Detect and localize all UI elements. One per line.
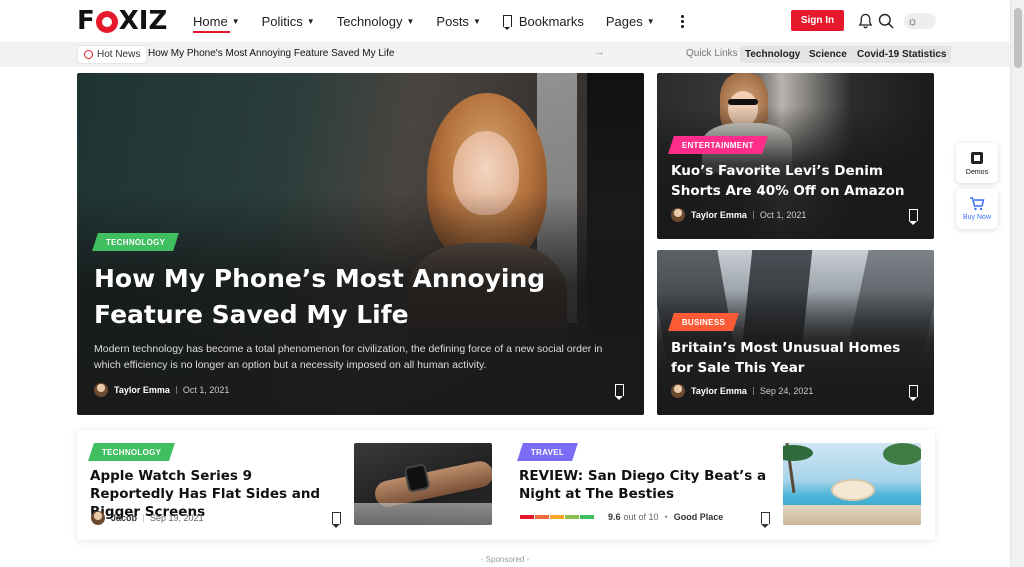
nav-politics[interactable]: Politics ▼ — [262, 0, 315, 42]
quick-link-science[interactable]: Science — [804, 46, 852, 63]
bookmark-icon[interactable] — [332, 512, 341, 528]
side-card-meta: Taylor Emma Sep 24, 2021 — [671, 384, 813, 398]
review-score-suffix: out of 10 — [623, 512, 659, 522]
notification-bell-icon[interactable] — [856, 12, 874, 30]
post-thumbnail-watch[interactable] — [354, 443, 492, 525]
author-name[interactable]: Taylor Emma — [691, 210, 747, 220]
site-logo[interactable]: F XIZ — [77, 6, 167, 36]
quick-link-technology[interactable]: Technology — [740, 46, 806, 63]
review-verdict: Good Place — [673, 512, 724, 522]
demos-icon — [971, 152, 983, 164]
hero-title[interactable]: How My Phone’s Most Annoying Feature Sav… — [94, 261, 614, 333]
category-badge-entertainment[interactable]: ENTERTAINMENT — [668, 136, 768, 154]
review-meta: 9.6 out of 10 • Good Place — [520, 512, 723, 522]
bookmark-icon — [502, 15, 512, 27]
sign-in-button[interactable]: Sign In — [791, 10, 844, 31]
demos-button[interactable]: Demos — [956, 143, 998, 183]
category-badge-travel[interactable]: TRAVEL — [517, 443, 579, 461]
nav-posts[interactable]: Posts ▼ — [436, 0, 480, 42]
bookmark-icon[interactable] — [615, 384, 624, 400]
bottom-post-row: TECHNOLOGY Apple Watch Series 9 Reported… — [77, 430, 935, 540]
nav-bookmarks[interactable]: Bookmarks — [502, 0, 584, 42]
review-score: 9.6 — [608, 512, 621, 522]
post-meta: Jacob Sep 19, 2021 — [91, 511, 204, 525]
hero-meta: Taylor Emma Oct 1, 2021 — [94, 383, 229, 397]
side-card-entertainment[interactable]: ENTERTAINMENT Kuo’s Favorite Levi’s Deni… — [657, 73, 934, 239]
hot-news-label: Hot News — [77, 45, 148, 64]
chevron-down-icon: ▼ — [646, 16, 655, 26]
more-vertical-icon — [680, 14, 684, 28]
nav-pages[interactable]: Pages ▼ — [606, 0, 655, 42]
site-header: F XIZ Home ▼ Politics ▼ Technology ▼ Posts ▼ … — [0, 0, 1010, 42]
arrow-right-icon[interactable]: → — [594, 46, 605, 58]
author-name[interactable]: Taylor Emma — [691, 386, 747, 396]
category-badge-technology[interactable]: TECHNOLOGY — [92, 233, 180, 251]
post-date: Sep 19, 2021 — [150, 513, 204, 523]
side-card-business[interactable]: BUSINESS Britain’s Most Unusual Homes fo… — [657, 250, 934, 415]
post-date: Sep 24, 2021 — [759, 386, 814, 396]
side-card-title[interactable]: Kuo’s Favorite Levi’s Denim Shorts Are 4… — [671, 161, 926, 201]
author-name[interactable]: Taylor Emma — [114, 385, 170, 395]
author-avatar[interactable] — [94, 383, 108, 397]
news-ticker-bar: Hot News How My Phone's Most Annoying Fe… — [0, 42, 1010, 67]
side-card-meta: Taylor Emma Oct 1, 2021 — [671, 208, 806, 222]
hero-featured-card[interactable]: TECHNOLOGY How My Phone’s Most Annoying … — [77, 73, 644, 415]
nav-home[interactable]: Home ▼ — [193, 0, 240, 42]
post-thumbnail-beach[interactable] — [783, 443, 921, 525]
logo-o-mark — [95, 11, 118, 33]
buy-now-button[interactable]: Buy Now — [956, 189, 998, 229]
side-card-title[interactable]: Britain’s Most Unusual Homes for Sale Th… — [671, 338, 926, 378]
chevron-down-icon: ▼ — [231, 16, 240, 26]
hot-news-icon — [84, 50, 93, 59]
chevron-down-icon: ▼ — [306, 16, 315, 26]
search-icon[interactable] — [877, 12, 895, 30]
more-menu-button[interactable] — [677, 0, 684, 42]
main-nav: Home ▼ Politics ▼ Technology ▼ Posts ▼ Bookm… — [193, 0, 684, 42]
author-avatar[interactable] — [671, 384, 685, 398]
page-scrollbar[interactable] — [1010, 0, 1024, 567]
quick-links-label: Quick Links — [686, 48, 738, 59]
post-date: Oct 1, 2021 — [759, 210, 807, 220]
cart-icon — [970, 197, 985, 211]
category-badge-technology[interactable]: TECHNOLOGY — [88, 443, 176, 461]
rating-bar — [520, 515, 594, 519]
dark-mode-toggle[interactable]: ☼ — [904, 13, 936, 29]
category-badge-business[interactable]: BUSINESS — [668, 313, 740, 331]
post-title[interactable]: REVIEW: San Diego City Beat’s a Night at… — [519, 467, 769, 503]
nav-technology[interactable]: Technology ▼ — [337, 0, 415, 42]
author-avatar[interactable] — [671, 208, 685, 222]
sun-icon: ☼ — [907, 14, 918, 28]
scrollbar-thumb[interactable] — [1014, 8, 1022, 68]
hero-excerpt: Modern technology has become a total phe… — [94, 343, 603, 371]
author-avatar[interactable] — [91, 511, 105, 525]
bookmark-icon[interactable] — [909, 385, 918, 401]
sponsored-label: - Sponsored - — [480, 555, 530, 564]
bookmark-icon[interactable] — [761, 512, 770, 528]
author-name[interactable]: Jacob — [111, 513, 137, 523]
chevron-down-icon: ▼ — [472, 16, 481, 26]
bookmark-icon[interactable] — [909, 209, 918, 225]
post-date: Oct 1, 2021 — [182, 385, 230, 395]
quick-link-covid-19-statistics[interactable]: Covid-19 Statistics — [852, 46, 952, 63]
ticker-headline-link[interactable]: How My Phone's Most Annoying Feature Sav… — [148, 48, 394, 59]
chevron-down-icon: ▼ — [406, 16, 415, 26]
